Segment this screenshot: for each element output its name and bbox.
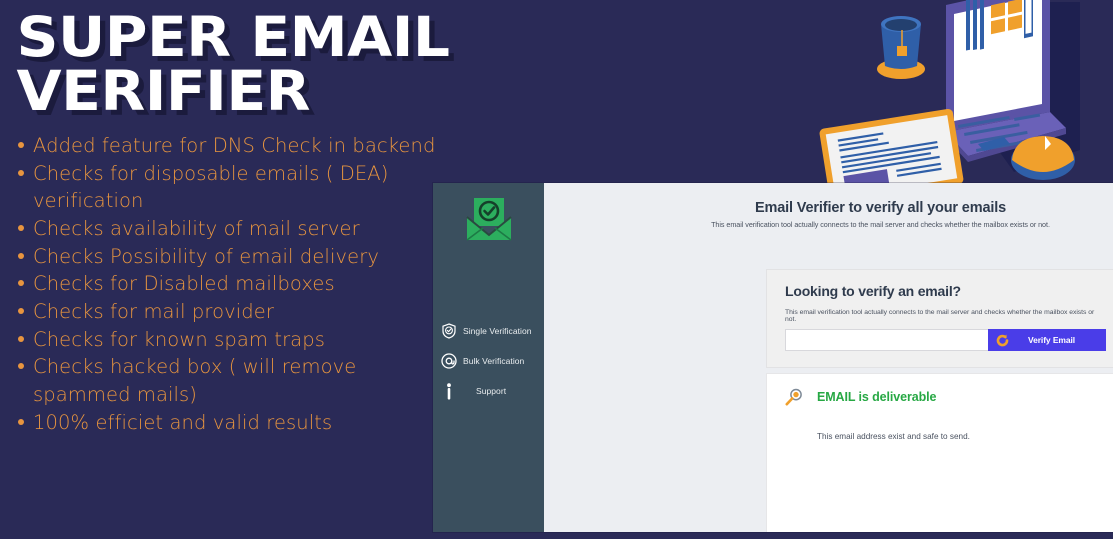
list-item: Added feature for DNS Check in backend [16, 132, 440, 160]
sidebar-item-support[interactable]: Support [433, 376, 544, 406]
laptop-desk-illustration [818, 0, 1113, 185]
magnifier-icon [785, 388, 803, 406]
verify-card-heading: Looking to verify an email? [785, 283, 961, 299]
verify-card: Looking to verify an email? This email v… [766, 269, 1113, 368]
verify-form: Verify Email [785, 329, 1106, 351]
app-header: Email Verifier to verify all your emails… [544, 183, 1113, 229]
sidebar-item-label: Support [476, 386, 507, 396]
at-sign-icon [438, 353, 460, 369]
page-title: SUPER EMAIL VERIFIER [16, 5, 450, 124]
app-sidebar: Single Verification Bulk Verification Su… [433, 183, 544, 532]
verify-email-button[interactable]: Verify Email [988, 329, 1106, 351]
spinner-refresh-icon [996, 334, 1009, 347]
result-message: This email address exist and safe to sen… [817, 432, 970, 441]
feature-list: Added feature for DNS Check in backend C… [8, 132, 440, 437]
list-item: Checks for known spam traps [16, 326, 440, 354]
email-input[interactable] [785, 329, 988, 351]
verify-email-button-label: Verify Email [1028, 335, 1075, 345]
list-item: Checks for Disabled mailboxes [16, 270, 440, 298]
result-header: EMAIL is deliverable [785, 388, 1106, 406]
app-main: Email Verifier to verify all your emails… [544, 183, 1113, 532]
list-item: Checks availability of mail server [16, 215, 440, 243]
result-card: EMAIL is deliverable This email address … [766, 373, 1113, 532]
list-item: Checks for mail provider [16, 298, 440, 326]
list-item: Checks hacked box ( will remove spammed … [16, 353, 440, 408]
verify-card-description: This email verification tool actually co… [785, 309, 1095, 323]
result-status-title: EMAIL is deliverable [817, 390, 937, 404]
info-icon [438, 382, 460, 400]
sidebar-item-single-verification[interactable]: Single Verification [433, 316, 544, 346]
sidebar-item-label: Bulk Verification [463, 356, 525, 366]
list-item: Checks Possibility of email delivery [16, 243, 440, 271]
envelope-check-logo [463, 195, 515, 245]
app-header-title: Email Verifier to verify all your emails [754, 200, 1007, 216]
sidebar-item-label: Single Verification [463, 326, 532, 336]
sidebar-item-bulk-verification[interactable]: Bulk Verification [433, 346, 544, 376]
list-item: Checks for disposable emails ( DEA) veri… [16, 160, 440, 215]
app-header-subtitle: This email verification tool actually co… [711, 220, 1050, 229]
promo-panel: SUPER EMAIL VERIFIER Added feature for D… [0, 0, 450, 539]
sidebar-nav: Single Verification Bulk Verification Su… [433, 316, 544, 406]
shield-check-icon [438, 323, 460, 339]
list-item: 100% efficiet and valid results [16, 409, 440, 437]
app-screenshot: Single Verification Bulk Verification Su… [433, 183, 1113, 532]
